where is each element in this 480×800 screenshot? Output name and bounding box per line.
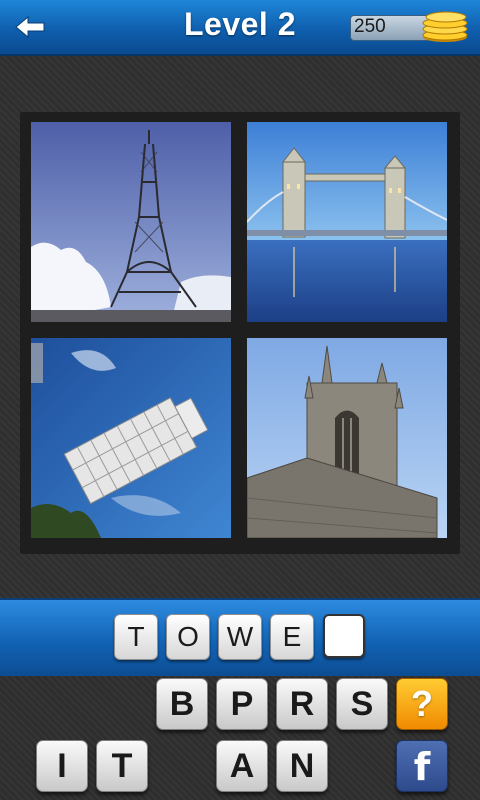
letter-key-r[interactable]: R [276, 678, 328, 730]
facebook-share-button[interactable]: f [396, 740, 448, 792]
coin-count: 250 [354, 16, 386, 37]
answer-slot-4[interactable]: E [270, 614, 314, 660]
letter-key-b[interactable]: B [156, 678, 208, 730]
answer-slot-1[interactable]: T [114, 614, 158, 660]
top-bar: Level 2 250 [0, 0, 480, 56]
letter-key-t[interactable]: T [96, 740, 148, 792]
hint-button[interactable]: ? [396, 678, 448, 730]
letter-key-p[interactable]: P [216, 678, 268, 730]
letter-key-n[interactable]: N [276, 740, 328, 792]
image-eiffel-tower[interactable] [31, 122, 231, 322]
image-church-tower[interactable] [247, 338, 447, 538]
gold-coins-icon [422, 11, 468, 42]
image-grid [20, 112, 460, 554]
answer-slot-2[interactable]: O [166, 614, 210, 660]
image-tower-bridge[interactable] [247, 122, 447, 322]
answer-slot-5-empty[interactable] [323, 614, 365, 658]
puzzle-area [0, 56, 480, 598]
letter-key-a[interactable]: A [216, 740, 268, 792]
letter-key-i[interactable]: I [36, 740, 88, 792]
answer-slot-3[interactable]: W [218, 614, 262, 660]
image-leaning-tower-of-pisa[interactable] [31, 338, 231, 538]
letter-key-s[interactable]: S [336, 678, 388, 730]
